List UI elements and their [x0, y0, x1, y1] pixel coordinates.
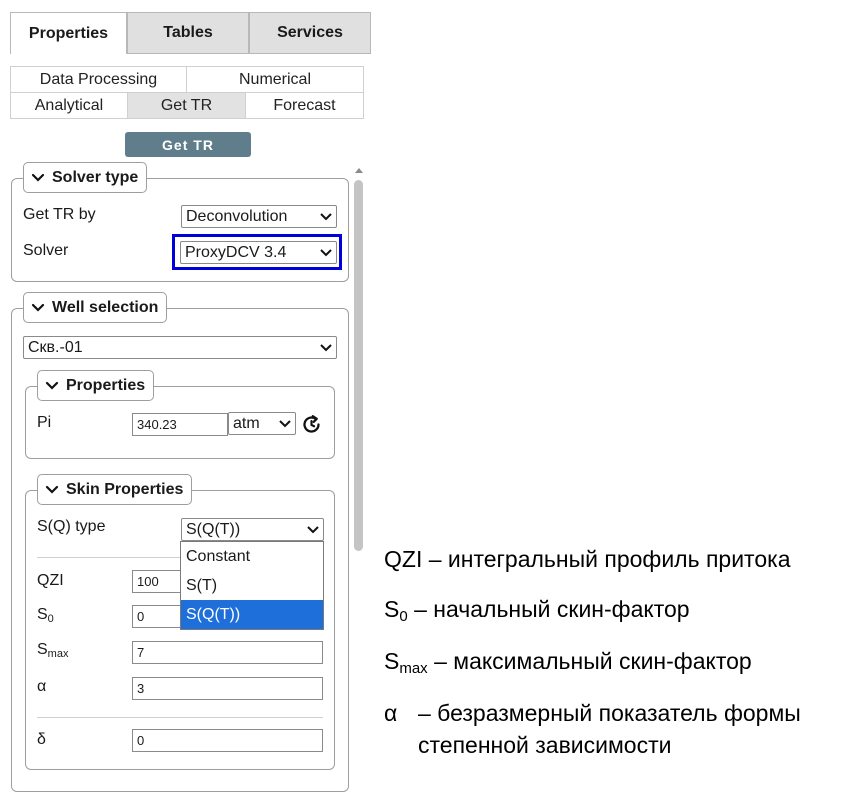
- annotation-alpha-text: – безразмерный показатель формы: [418, 700, 801, 726]
- delta-label: δ: [37, 731, 46, 748]
- annotation-smax-text: – максимальный скин-фактор: [427, 648, 752, 674]
- solver-label: Solver: [23, 242, 69, 259]
- pi-label: Pi: [37, 414, 52, 431]
- scrollbar-thumb[interactable]: [354, 180, 363, 551]
- well-selection-title: Well selection: [52, 298, 159, 316]
- option-s-q-t[interactable]: S(Q(T)): [181, 600, 323, 629]
- annotation-smax: Smax – максимальный скин-фактор: [384, 648, 752, 677]
- solver-type-legend[interactable]: Solver type: [23, 162, 148, 193]
- dropdown-arrow-icon: [307, 525, 319, 533]
- annotation-alpha-symbol: α: [384, 700, 398, 726]
- option-constant[interactable]: Constant: [181, 542, 323, 571]
- well-select-value: Скв.-01: [28, 338, 83, 356]
- annotation-smax-subscript: max: [399, 660, 428, 677]
- annotation-s0-symbol: S: [384, 596, 400, 622]
- dropdown-arrow-icon: [320, 248, 332, 256]
- sq-type-dropdown-list: Constant S(T) S(Q(T)): [180, 541, 324, 630]
- get-tr-by-value: Deconvolution: [186, 207, 288, 225]
- delta-value: 0: [137, 733, 145, 748]
- annotation-alpha: α – безразмерный показатель формы: [384, 700, 801, 727]
- smax-label: Smax: [37, 641, 68, 660]
- annotation-s0: S0 – начальный скин-фактор: [384, 596, 690, 625]
- option-s-t[interactable]: S(T): [181, 571, 323, 600]
- dropdown-arrow-icon: [320, 212, 332, 220]
- qzi-value: 100: [137, 574, 159, 589]
- smax-input[interactable]: 7: [132, 641, 323, 664]
- dropdown-arrow-icon: [279, 419, 291, 427]
- subtab-get-tr[interactable]: Get TR: [127, 92, 246, 119]
- properties-legend[interactable]: Properties: [37, 370, 155, 401]
- alpha-value: 3: [137, 681, 145, 696]
- subtab-numerical[interactable]: Numerical: [186, 66, 364, 93]
- properties-panel: Properties Tables Services Data Processi…: [0, 0, 375, 803]
- properties-title: Properties: [66, 376, 146, 394]
- get-tr-by-label: Get TR by: [23, 206, 96, 223]
- well-select[interactable]: Скв.-01: [23, 336, 337, 359]
- smax-symbol: S: [37, 641, 48, 658]
- smax-subscript: max: [47, 648, 69, 660]
- pi-unit-select[interactable]: atm: [228, 412, 296, 435]
- tab-bar-line: [127, 53, 371, 54]
- chevron-down-icon: [45, 381, 59, 390]
- s0-symbol: S: [37, 606, 48, 623]
- skin-properties-legend[interactable]: Skin Properties: [37, 474, 193, 505]
- skin-divider-2: [37, 717, 323, 718]
- solver-value: ProxyDCV 3.4: [185, 243, 287, 261]
- sq-type-value: S(Q(T)): [186, 520, 241, 538]
- annotation-s0-subscript: 0: [399, 608, 408, 625]
- s0-subscript: 0: [47, 613, 54, 625]
- s0-label: S0: [37, 606, 54, 625]
- chevron-down-icon: [31, 303, 45, 312]
- get-tr-by-select[interactable]: Deconvolution: [181, 205, 337, 228]
- alpha-input[interactable]: 3: [132, 677, 323, 700]
- subtab-forecast[interactable]: Forecast: [245, 92, 364, 119]
- annotation-s0-text: – начальный скин-фактор: [407, 596, 690, 622]
- sq-type-select[interactable]: S(Q(T)): [181, 518, 324, 541]
- qzi-label: QZI: [37, 572, 64, 589]
- pi-value: 340.23: [137, 417, 177, 432]
- annotation-smax-symbol: S: [384, 648, 400, 674]
- tab-properties[interactable]: Properties: [10, 12, 127, 54]
- pi-input[interactable]: 340.23: [132, 413, 228, 436]
- tab-services[interactable]: Services: [249, 12, 371, 54]
- solver-select[interactable]: ProxyDCV 3.4: [180, 241, 337, 264]
- scroll-up-arrow-icon[interactable]: [354, 166, 364, 174]
- annotation-qzi: QZI – интегральный профиль притока: [384, 546, 791, 572]
- refresh-icon[interactable]: [301, 414, 322, 435]
- skin-properties-title: Skin Properties: [66, 480, 184, 498]
- pi-unit-value: atm: [233, 414, 260, 432]
- tab-tables[interactable]: Tables: [127, 12, 249, 54]
- subtab-analytical[interactable]: Analytical: [10, 92, 128, 119]
- get-tr-button[interactable]: Get TR: [125, 132, 251, 157]
- chevron-down-icon: [45, 485, 59, 494]
- well-selection-legend[interactable]: Well selection: [23, 292, 168, 323]
- chevron-down-icon: [31, 173, 45, 182]
- annotation-alpha-line2: степенной зависимости: [418, 732, 672, 758]
- sq-type-label: S(Q) type: [37, 518, 106, 535]
- alpha-label: α: [37, 678, 47, 695]
- smax-value: 7: [137, 645, 145, 660]
- subtab-data-processing[interactable]: Data Processing: [10, 66, 187, 93]
- s0-value: 0: [137, 609, 145, 624]
- dropdown-arrow-icon: [320, 343, 332, 351]
- solver-type-title: Solver type: [52, 168, 139, 186]
- delta-input[interactable]: 0: [132, 729, 323, 752]
